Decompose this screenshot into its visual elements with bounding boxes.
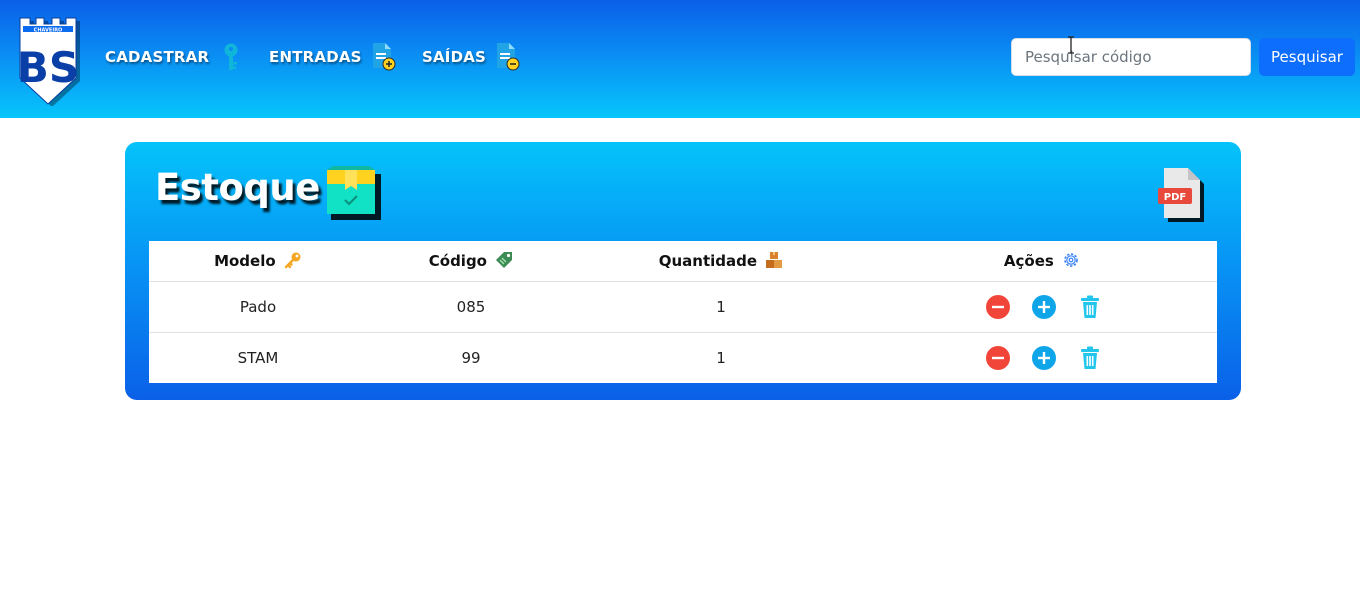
nav-entradas[interactable]: ENTRADAS	[269, 42, 398, 72]
document-remove-icon	[497, 43, 520, 71]
stock-card: Estoque PDF Modelo Código Quantidade Açõ…	[125, 142, 1241, 400]
row-actions	[867, 345, 1217, 370]
logo-subtext: CHAVEIRO	[34, 28, 63, 34]
tag-icon	[496, 252, 513, 269]
table-row: STAM 99 1	[149, 332, 1217, 383]
row-actions	[867, 294, 1217, 319]
nav-cadastrar-label: CADASTRAR	[105, 48, 210, 66]
document-add-icon	[372, 43, 396, 71]
boxes-icon	[766, 252, 783, 269]
key-icon	[224, 43, 238, 70]
delete-button[interactable]	[1078, 295, 1102, 319]
cell-acoes	[867, 281, 1217, 333]
column-header-acoes: Ações	[867, 241, 1217, 282]
search-input[interactable]	[1011, 38, 1251, 76]
cell-quantidade: 1	[716, 348, 726, 367]
column-header-quantidade-label: Quantidade	[658, 252, 758, 271]
column-header-modelo: Modelo	[149, 241, 367, 282]
text-cursor-icon	[1068, 36, 1074, 54]
logo-text: BS	[17, 43, 79, 92]
cell-quantidade: 1	[575, 281, 867, 333]
gear-icon	[1064, 253, 1078, 268]
decrease-button[interactable]	[986, 345, 1010, 370]
cell-modelo: Pado	[149, 281, 367, 333]
cell-acoes	[867, 332, 1217, 383]
top-navbar: CHAVEIRO BS CADASTRAR ENTRADAS SAÍDAS Pe…	[0, 0, 1360, 118]
column-header-codigo: Código	[367, 241, 575, 282]
pdf-label: PDF	[1164, 192, 1186, 203]
nav-cadastrar[interactable]: CADASTRAR	[105, 42, 245, 72]
table-header-row: Modelo Código Quantidade Ações	[149, 241, 1217, 282]
stock-table: Modelo Código Quantidade Ações Pado 085 …	[149, 241, 1217, 383]
search-button[interactable]: Pesquisar	[1259, 38, 1355, 76]
pdf-icon[interactable]: PDF	[1156, 166, 1210, 224]
nav-entradas-label: ENTRADAS	[269, 48, 362, 66]
column-header-codigo-label: Código	[428, 252, 487, 271]
box-icon	[327, 166, 381, 220]
increase-button[interactable]	[1032, 345, 1056, 370]
brand-logo[interactable]: CHAVEIRO BS	[16, 16, 80, 106]
key-icon	[284, 252, 301, 269]
decrease-button[interactable]	[986, 294, 1010, 319]
cell-modelo: STAM	[237, 348, 279, 367]
delete-button[interactable]	[1078, 346, 1102, 370]
cell-codigo: 99	[461, 348, 481, 367]
increase-button[interactable]	[1032, 294, 1056, 319]
nav-saidas[interactable]: SAÍDAS	[422, 42, 522, 72]
page-title: Estoque	[155, 166, 320, 209]
column-header-quantidade: Quantidade	[575, 241, 867, 282]
column-header-modelo-label: Modelo	[214, 252, 276, 271]
cell-codigo: 085	[367, 281, 575, 333]
table-row: Pado 085 1	[149, 281, 1217, 333]
column-header-acoes-label: Ações	[1003, 252, 1054, 271]
nav-saidas-label: SAÍDAS	[422, 48, 487, 66]
